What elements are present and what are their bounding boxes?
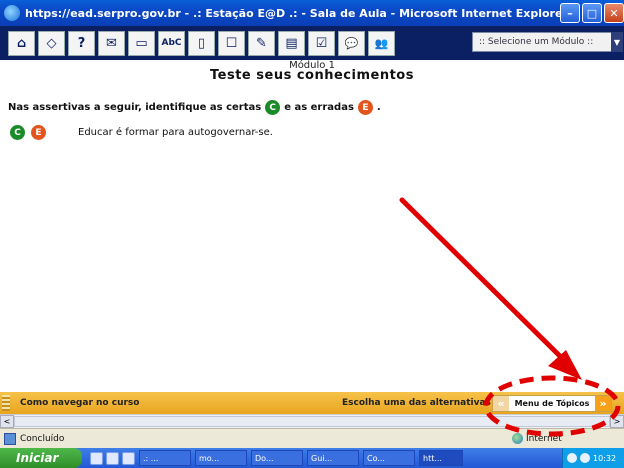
red-dashed-circle [483,375,621,437]
red-arrow-head [548,350,582,380]
browser-window: https://ead.serpro.gov.br - .: Estação E… [0,0,624,468]
annotation-overlay [399,197,621,437]
red-arrow-shaft [399,197,575,371]
